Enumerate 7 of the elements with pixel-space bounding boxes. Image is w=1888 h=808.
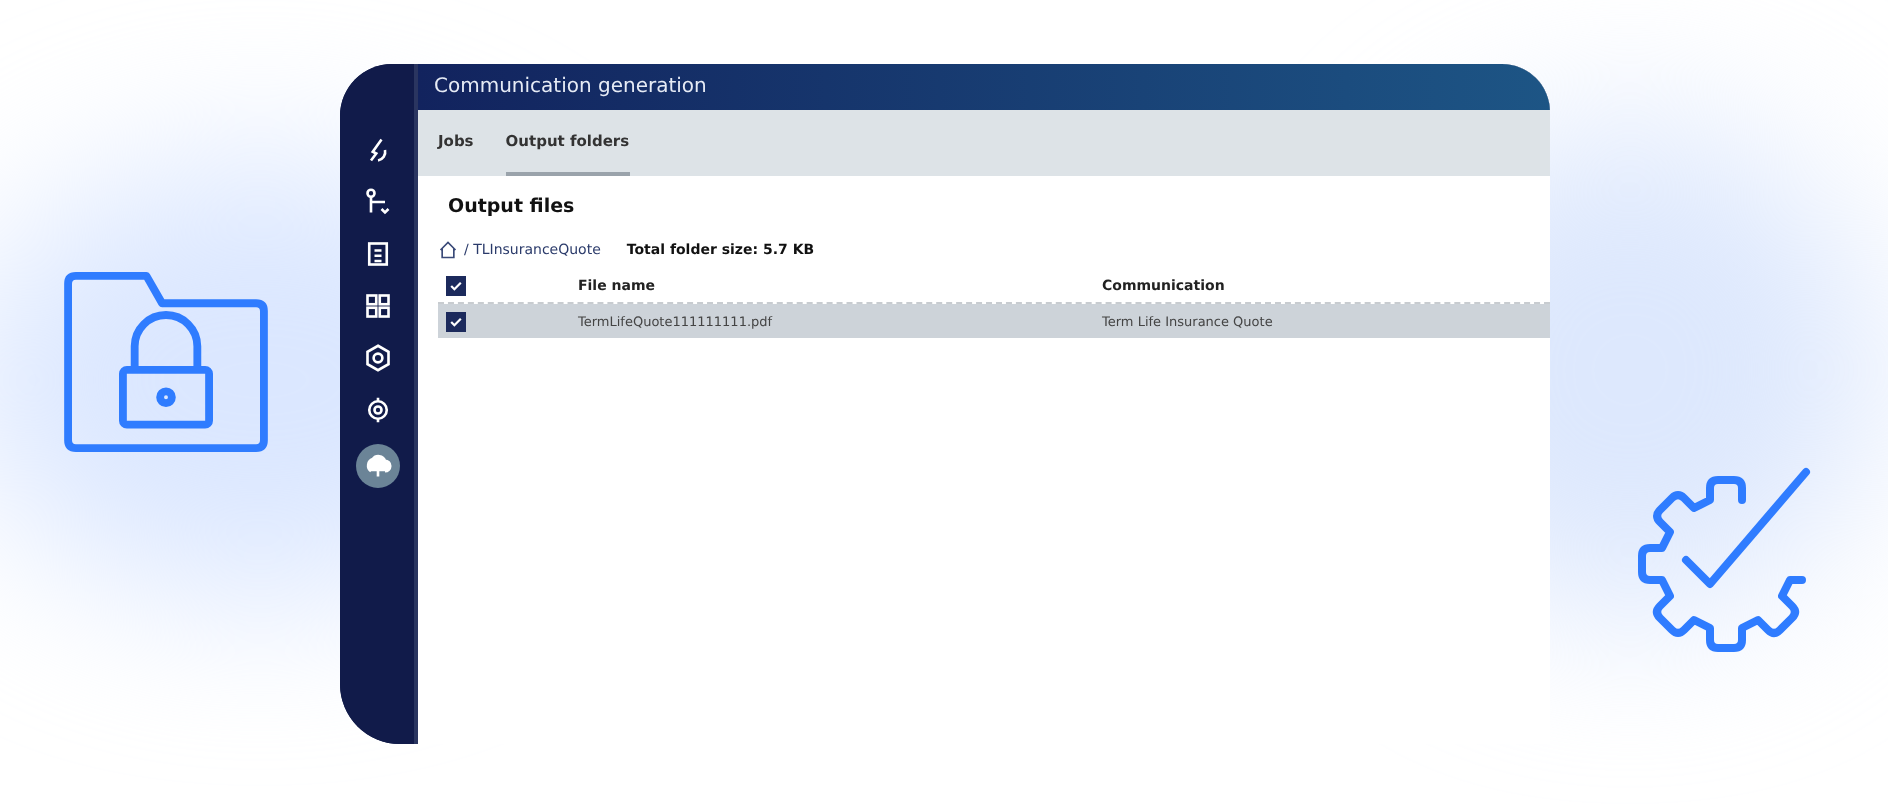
locked-folder-icon: [60, 268, 272, 456]
window-title: Communication generation: [434, 76, 707, 98]
select-all-checkbox[interactable]: [446, 275, 466, 295]
section-heading: Output files: [448, 196, 577, 218]
home-icon[interactable]: [438, 240, 458, 260]
row-checkbox[interactable]: [446, 311, 466, 331]
upload-icon[interactable]: [355, 444, 399, 488]
